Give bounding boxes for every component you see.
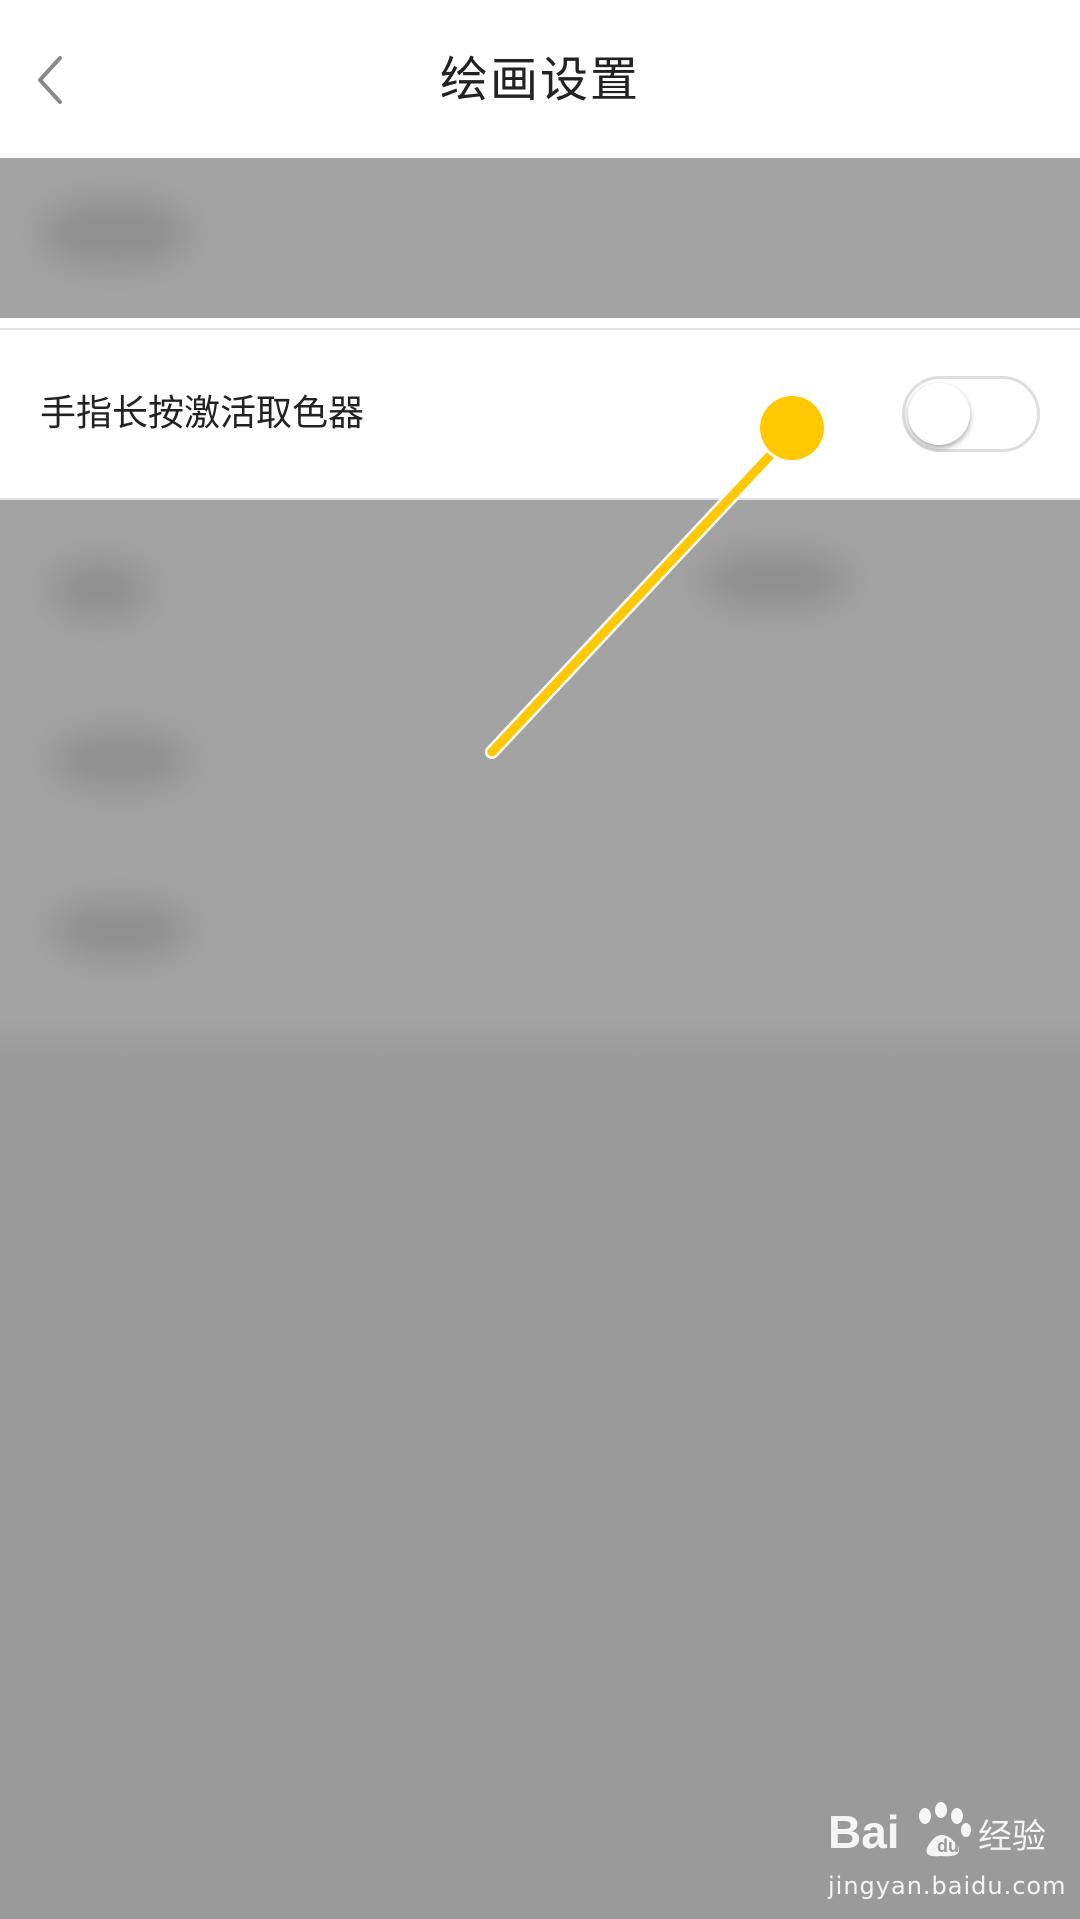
watermark-url: jingyan.baidu.com [828, 1872, 1067, 1900]
svg-text:du: du [937, 1836, 959, 1856]
svg-text:经验: 经验 [978, 1817, 1046, 1857]
blurred-label [50, 900, 190, 960]
blurred-settings-area [0, 500, 1080, 1919]
painting-settings-screen: 绘画设置 手指长按激活取色器 Bai du 经验 jingyan.baidu.c… [0, 0, 1080, 1919]
blurred-value [700, 550, 850, 610]
blurred-label [50, 560, 150, 620]
baidu-watermark: Bai du 经验 jingyan.baidu.com [828, 1796, 1067, 1906]
blurred-label [40, 198, 190, 268]
blurred-label [50, 730, 190, 790]
svg-text:Bai: Bai [828, 1806, 900, 1858]
color-picker-toggle[interactable] [902, 376, 1040, 452]
baidu-jingyan-logo: Bai du 经验 [828, 1802, 1046, 1858]
setting-row-color-picker: 手指长按激活取色器 [0, 330, 1080, 498]
setting-label: 手指长按激活取色器 [40, 393, 365, 434]
header-bar: 绘画设置 [0, 0, 1080, 158]
blurred-setting-row [0, 158, 1080, 318]
toggle-knob [908, 383, 970, 445]
page-title: 绘画设置 [439, 52, 640, 108]
